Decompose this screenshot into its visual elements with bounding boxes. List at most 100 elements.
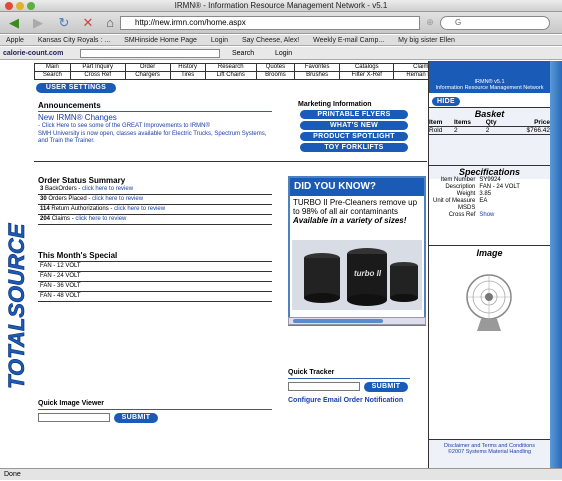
nav-item-chargers[interactable]: Chargers — [124, 71, 171, 80]
basket-header: Price — [534, 119, 550, 126]
special-item[interactable]: FAN - 48 VOLT — [38, 292, 272, 302]
nav-item-cross-ref[interactable]: Cross Ref — [69, 71, 126, 80]
fan-product-image — [466, 274, 512, 331]
toy-forklifts-button[interactable]: TOY FORKLIFTS — [300, 143, 408, 152]
right-panel: IRMN® v5.1 Information Resource Manageme… — [428, 61, 550, 468]
nav-item-search[interactable]: Search — [34, 71, 71, 80]
order-status-row: 30 Orders Placed - click here to review — [38, 195, 272, 205]
url-field[interactable]: http://new.irmn.com/home.aspx — [120, 16, 420, 30]
nav-item-main[interactable]: Main — [34, 63, 71, 72]
divider — [38, 111, 272, 112]
status-link[interactable]: click here to review — [92, 196, 143, 202]
status-link[interactable]: click here to review — [82, 186, 133, 192]
basket-cell[interactable]: Rold — [429, 127, 454, 135]
bookmark-item[interactable]: Weekly E-mail Camp... — [313, 37, 384, 44]
window-titlebar: IRMN® - Information Resource Management … — [0, 0, 562, 12]
google-search-button[interactable]: Search — [232, 47, 254, 60]
google-login-button[interactable]: Login — [275, 47, 292, 60]
basket-title: Basket — [474, 109, 505, 119]
image-title: Image — [476, 248, 503, 258]
nav-item-favorites[interactable]: Favorites — [294, 63, 341, 72]
window-title: IRMN® - Information Resource Management … — [174, 1, 388, 10]
cross-ref-show-link[interactable]: Show — [477, 212, 522, 219]
spec-value: FAN - 24 VOLT — [479, 184, 520, 190]
search-placeholder: G — [455, 18, 462, 27]
bookmark-item[interactable]: SMHinside Home Page — [124, 37, 197, 44]
nav-item-lift-chains[interactable]: Lift Chains — [204, 71, 257, 80]
status-label: BackOrders - — [45, 186, 83, 192]
nav-item-catalogs[interactable]: Catalogs — [339, 63, 395, 72]
home-icon[interactable]: ⌂ — [102, 15, 118, 31]
basket-header: Qty — [485, 119, 497, 126]
announcement-line-2[interactable]: SMH University is now open, classes avai… — [38, 131, 270, 145]
spec-key: Cross Ref — [448, 212, 476, 218]
printable-flyers-button[interactable]: PRINTABLE FLYERS — [300, 110, 408, 119]
close-window-button[interactable] — [5, 2, 13, 10]
bookmark-item[interactable]: Login — [211, 37, 228, 44]
user-settings-button[interactable]: USER SETTINGS — [36, 83, 116, 93]
sidebar: TOTALSOURCE — [0, 61, 34, 468]
status-link[interactable]: click here to review — [75, 216, 126, 222]
special-item[interactable]: FAN - 36 VOLT — [38, 282, 272, 292]
nav-item-brushes[interactable]: Brushes — [294, 71, 341, 80]
nav-item-brooms[interactable]: Brooms — [255, 71, 296, 80]
basket-cell: $766.42 — [526, 127, 551, 134]
ad-banner[interactable]: DID YOU KNOW? TURBO II Pre-Cleaners remo… — [288, 176, 426, 326]
reload-icon[interactable]: ↻ — [56, 15, 72, 31]
status-label: Return Authorizations - — [51, 206, 115, 212]
nav-item-tires[interactable]: Tires — [169, 71, 206, 80]
forward-arrow-icon[interactable]: ▶ — [30, 15, 46, 31]
basket-cell: 2 — [485, 127, 490, 134]
ad-body-text: TURBO II Pre-Cleaners remove up to 98% o… — [293, 198, 418, 216]
google-search-input[interactable] — [80, 49, 220, 58]
whats-new-button[interactable]: WHAT'S NEW — [300, 121, 408, 130]
irmn-header: IRMN® v5.1 Information Resource Manageme… — [429, 61, 550, 93]
special-item[interactable]: FAN - 24 VOLT — [38, 272, 272, 282]
totalsource-logo: TOTALSOURCE — [6, 222, 29, 389]
add-bookmark-icon[interactable]: ⊕ — [424, 16, 436, 28]
nav-item-research[interactable]: Research — [204, 63, 257, 72]
status-label: Orders Placed - — [48, 196, 93, 202]
stop-icon[interactable]: ✕ — [80, 15, 96, 31]
announcement-line-1[interactable]: - Click Here to see some of the GREAT Im… — [38, 123, 210, 129]
bookmark-item[interactable]: Say Cheese, Alex! — [242, 37, 299, 44]
image-viewer-input[interactable] — [38, 413, 110, 422]
zoom-window-button[interactable] — [27, 2, 35, 10]
nav-item-quotes[interactable]: Quotes — [255, 63, 296, 72]
order-status-row: 114 Return Authorizations - click here t… — [38, 205, 272, 215]
bookmark-item[interactable]: Kansas City Royals : ... — [38, 37, 110, 44]
order-status-list: 3 BackOrders - click here to review 30 O… — [38, 185, 272, 225]
announcements-title: Announcements — [38, 101, 101, 110]
announcement-subtitle[interactable]: New IRMN® Changes — [38, 113, 117, 122]
nav-item-order[interactable]: Order — [124, 63, 171, 72]
ad-horizontal-scrollbar[interactable] — [288, 317, 426, 325]
nav-item-part-inquiry[interactable]: Part Inquiry — [69, 63, 126, 72]
divider — [38, 409, 272, 410]
special-item[interactable]: FAN - 12 VOLT — [38, 262, 272, 272]
divider — [288, 378, 410, 379]
search-field[interactable]: G — [440, 16, 550, 30]
tracker-input[interactable] — [288, 382, 360, 391]
viewer-submit-button[interactable]: SUBMIT — [114, 413, 158, 423]
scroll-thumb[interactable] — [293, 319, 383, 323]
back-arrow-icon[interactable]: ◀ — [6, 15, 22, 31]
status-label: Claims - — [51, 216, 76, 222]
product-spotlight-button[interactable]: PRODUCT SPOTLIGHT — [300, 132, 408, 141]
status-count: 204 — [40, 216, 51, 222]
quick-viewer-title: Quick Image Viewer — [38, 400, 105, 407]
browser-toolbar: ◀ ▶ ↻ ✕ ⌂ http://new.irmn.com/home.aspx … — [0, 12, 562, 34]
tracker-submit-button[interactable]: SUBMIT — [364, 382, 408, 392]
bookmark-item[interactable]: My big sister Ellen — [398, 37, 455, 44]
web-page: TOTALSOURCE Main Part Inquiry Order History… — [0, 61, 562, 468]
vertical-scrollbar[interactable] — [550, 61, 562, 468]
status-link[interactable]: click here to review — [114, 206, 165, 212]
configure-email-link[interactable]: Configure Email Order Notification — [288, 397, 403, 404]
status-count: 3 — [40, 186, 44, 192]
nav-item-filter-x-ref[interactable]: Filter X-Ref — [339, 71, 395, 80]
bookmark-item[interactable]: Apple — [6, 37, 24, 44]
nav-item-history[interactable]: History — [169, 63, 206, 72]
logo-text: TOTALSOURCE — [6, 222, 29, 389]
specs-title: Specifications — [458, 167, 521, 177]
minimize-window-button[interactable] — [16, 2, 24, 10]
hide-button[interactable]: HIDE — [432, 97, 460, 106]
